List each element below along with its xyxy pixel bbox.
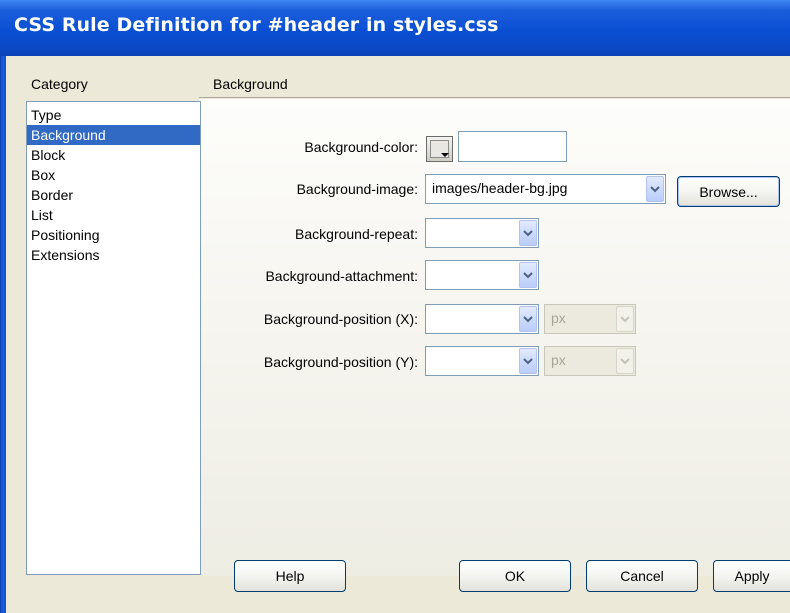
- bg-attachment-select[interactable]: [425, 260, 539, 290]
- chevron-down-icon[interactable]: [519, 262, 537, 288]
- bg-pos-y-label: Background-position (Y):: [263, 354, 418, 370]
- category-item-background[interactable]: Background: [27, 125, 200, 145]
- category-item-positioning[interactable]: Positioning: [27, 225, 200, 245]
- bg-pos-y-unit: px: [551, 352, 566, 368]
- category-header: Category: [31, 76, 88, 92]
- window-title: CSS Rule Definition for #header in style…: [14, 14, 499, 36]
- bg-pos-y-select[interactable]: [425, 346, 539, 376]
- chevron-down-icon[interactable]: [519, 348, 537, 374]
- chevron-down-icon: [616, 348, 634, 374]
- category-list[interactable]: Type Background Block Box Border List Po…: [26, 101, 201, 575]
- category-item-extensions[interactable]: Extensions: [27, 245, 200, 265]
- help-button[interactable]: Help: [234, 560, 346, 592]
- cancel-button[interactable]: Cancel: [586, 560, 698, 592]
- bg-pos-y-unit-select[interactable]: px: [544, 346, 636, 376]
- header-divider: [199, 97, 790, 98]
- properties-panel: [199, 99, 790, 576]
- title-bar[interactable]: CSS Rule Definition for #header in style…: [0, 0, 790, 56]
- chevron-down-icon[interactable]: [646, 176, 664, 202]
- category-item-box[interactable]: Box: [27, 165, 200, 185]
- bg-repeat-select[interactable]: [425, 218, 539, 248]
- section-header: Background: [213, 76, 288, 92]
- bg-image-value: images/header-bg.jpg: [432, 180, 568, 196]
- category-item-list[interactable]: List: [27, 205, 200, 225]
- bg-pos-x-label: Background-position (X):: [263, 311, 418, 327]
- chevron-down-icon[interactable]: [519, 306, 537, 332]
- picker-arrow-icon: [441, 153, 449, 157]
- bg-repeat-label: Background-repeat:: [295, 226, 418, 242]
- category-item-block[interactable]: Block: [27, 145, 200, 165]
- chevron-down-icon[interactable]: [519, 220, 537, 246]
- bg-attachment-label: Background-attachment:: [265, 268, 418, 284]
- bg-pos-x-unit-select[interactable]: px: [544, 304, 636, 334]
- bg-color-label: Background-color:: [304, 139, 418, 155]
- bg-color-input[interactable]: [458, 131, 567, 162]
- bg-image-combo[interactable]: images/header-bg.jpg: [425, 174, 666, 204]
- apply-button[interactable]: Apply: [713, 560, 790, 592]
- color-picker-button[interactable]: [426, 136, 453, 162]
- browse-button[interactable]: Browse...: [677, 176, 780, 207]
- category-item-type[interactable]: Type: [27, 105, 200, 125]
- ok-button[interactable]: OK: [459, 560, 571, 592]
- bg-pos-x-select[interactable]: [425, 304, 539, 334]
- bg-image-label: Background-image:: [296, 181, 418, 197]
- bg-pos-x-unit: px: [551, 310, 566, 326]
- chevron-down-icon: [616, 306, 634, 332]
- category-item-border[interactable]: Border: [27, 185, 200, 205]
